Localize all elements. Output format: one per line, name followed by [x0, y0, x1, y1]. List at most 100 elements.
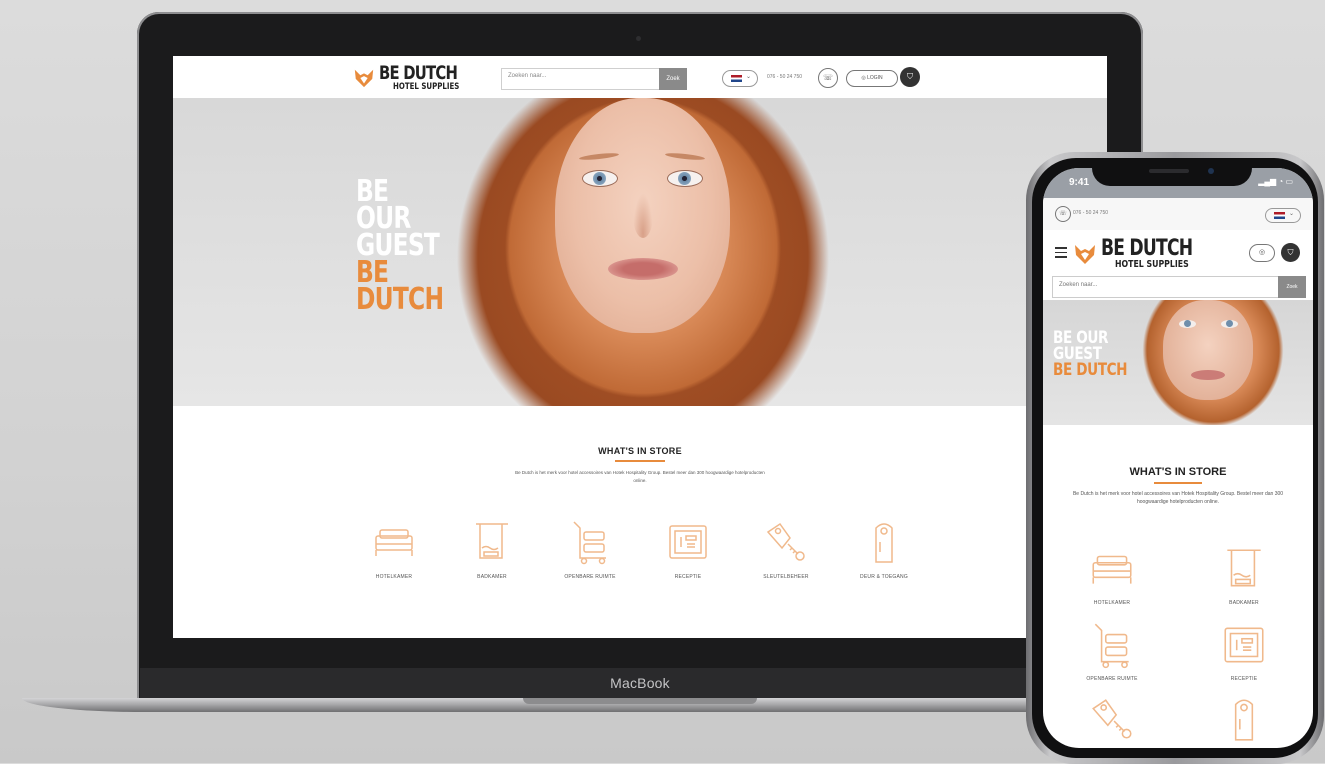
category-label: SLEUTELBEHEER [763, 574, 809, 580]
hero-slogan: BE OUR GUEST BE DUTCH [356, 177, 444, 317]
hero-slogan: BE OUR GUEST BE DUTCH [1053, 330, 1128, 380]
logo-main-text: BE DUTCH [1101, 236, 1193, 261]
towel-rack-icon [1227, 549, 1261, 587]
fox-logo-icon [354, 69, 374, 88]
user-icon: ◎ [861, 75, 866, 81]
hero-face-image [1163, 300, 1253, 400]
account-icon[interactable]: ◎ [1249, 244, 1275, 262]
login-label: LOGIN [867, 75, 883, 81]
store-title: WHAT'S IN STORE [598, 446, 682, 456]
hero-brow [664, 151, 706, 162]
laptop-chin: MacBook [140, 668, 1140, 700]
store-title-underline [1154, 482, 1202, 484]
category-sleutelbeheer[interactable]: SLEUTELBEHEER [746, 518, 826, 580]
login-button[interactable]: ◎ LOGIN [846, 70, 898, 87]
status-time: 9:41 [1069, 177, 1090, 188]
category-label: OPENBARE RUIMTE [1086, 676, 1138, 682]
door-hanger-icon [875, 523, 893, 563]
category-badkamer[interactable]: BADKAMER [452, 518, 532, 580]
category-label: RECEPTIE [674, 574, 702, 580]
safe-icon [1224, 627, 1264, 663]
safe-icon [669, 525, 707, 559]
category-label: RECEPTIE [1230, 676, 1258, 682]
towel-rack-icon [476, 523, 508, 559]
category-deur-toegang[interactable]: DEUR & TOEGANG [844, 518, 924, 580]
mobile-header: BE DUTCH HOTEL SUPPLIES ◎ ⛉ [1043, 230, 1313, 274]
bed-icon [375, 529, 413, 556]
search-button[interactable]: Zoek [1278, 276, 1306, 298]
logo-sub-text: HOTEL SUPPLIES [1115, 259, 1189, 270]
slogan-line-accent: DUTCH [356, 282, 444, 317]
laptop-base-notch [523, 698, 757, 704]
cart-icon[interactable]: ⛉ [1281, 243, 1300, 262]
luggage-cart-icon [1094, 623, 1129, 669]
category-receptie[interactable]: RECEPTIE [648, 518, 728, 580]
hero-eye [582, 170, 618, 187]
keys-icon [766, 522, 805, 561]
hero-eye [1179, 320, 1196, 328]
dutch-flag-icon [1274, 212, 1285, 219]
hero-nose [633, 193, 653, 238]
hero-eye [1221, 320, 1238, 328]
category-deur-toegang[interactable] [1189, 694, 1299, 744]
phone-icon[interactable]: ☏ [818, 68, 838, 88]
door-hanger-icon [1234, 699, 1254, 741]
phone-icon[interactable]: ☏ [1055, 206, 1071, 222]
category-label: HOTELKAMER [1093, 600, 1131, 606]
phone-screen: 9:41 ▂▄▆ ◔ ▭ ☏ 076 - 50 24 750 ⌄ BE DUTC… [1043, 168, 1313, 748]
logo-sub-text: HOTEL SUPPLIES [393, 82, 460, 92]
category-receptie[interactable]: RECEPTIE [1189, 620, 1299, 682]
dutch-flag-icon [731, 75, 742, 82]
category-label: BADKAMER [477, 574, 507, 580]
hero-banner: BE OUR GUEST BE DUTCH [1043, 300, 1313, 425]
store-title-underline [615, 460, 665, 462]
hero-mouth [1191, 370, 1225, 380]
category-sleutelbeheer[interactable] [1057, 694, 1167, 744]
category-label: BADKAMER [1229, 600, 1259, 606]
phone-front-camera [1208, 168, 1214, 174]
hero-banner: BE OUR GUEST BE DUTCH [173, 98, 1107, 406]
mobile-top-bar: ☏ 076 - 50 24 750 ⌄ [1043, 198, 1313, 230]
hamburger-menu-icon[interactable] [1055, 247, 1067, 261]
hero-eye [667, 170, 703, 187]
category-hotelkamer[interactable]: HOTELKAMER [354, 518, 434, 580]
logo-main-text: BE DUTCH [379, 62, 458, 84]
hero-brow [578, 151, 620, 162]
search-input[interactable]: Zoeken naar... [508, 73, 546, 79]
category-label: OPENBARE RUIMTE [564, 574, 616, 580]
store-description: Be Dutch is het merk voor hotel accessoi… [1072, 491, 1284, 505]
keys-icon [1092, 699, 1132, 739]
category-openbare-ruimte[interactable]: OPENBARE RUIMTE [550, 518, 630, 580]
search-box[interactable]: Zoeken naar... Zoek [501, 68, 687, 90]
laptop-brand-label: MacBook [610, 675, 670, 691]
phone-number[interactable]: 076 - 50 24 750 [1073, 210, 1108, 216]
category-openbare-ruimte[interactable]: OPENBARE RUIMTE [1057, 620, 1167, 682]
search-button[interactable]: Zoek [659, 68, 687, 90]
search-input[interactable]: Zoeken naar... [1059, 282, 1097, 288]
language-selector[interactable]: ⌄ [1265, 208, 1301, 223]
signal-wifi-battery-icon: ▂▄▆ ◔ ▭ [1258, 177, 1293, 186]
hero-face-image [555, 98, 730, 333]
category-list: HOTELKAMER BADKAMER OPENBARE RUIMTE RECE… [354, 518, 934, 588]
fox-logo-icon [1075, 245, 1095, 264]
site-logo[interactable]: BE DUTCH HOTEL SUPPLIES [353, 64, 479, 92]
luggage-cart-icon [573, 521, 606, 565]
chevron-down-icon: ⌄ [1289, 211, 1295, 217]
bed-icon [1092, 555, 1132, 584]
chevron-down-icon: ⌄ [746, 74, 752, 80]
phone-number[interactable]: 076 - 50 24 750 [767, 74, 802, 80]
hero-mouth [608, 258, 678, 280]
language-selector[interactable]: ⌄ [722, 70, 758, 87]
laptop-screen: BE DUTCH HOTEL SUPPLIES Zoeken naar... Z… [173, 56, 1107, 638]
site-logo[interactable]: BE DUTCH HOTEL SUPPLIES [1073, 238, 1218, 270]
store-title: WHAT'S IN STORE [1129, 466, 1227, 478]
site-header: BE DUTCH HOTEL SUPPLIES Zoeken naar... Z… [173, 56, 1107, 99]
laptop-camera [636, 36, 641, 41]
search-box[interactable]: Zoeken naar... Zoek [1052, 276, 1306, 298]
category-label: HOTELKAMER [375, 574, 413, 580]
category-hotelkamer[interactable]: HOTELKAMER [1057, 544, 1167, 606]
slogan-line-accent: BE DUTCH [1053, 360, 1128, 380]
store-description: Be Dutch is het merk voor hotel accessoi… [515, 470, 765, 483]
category-badkamer[interactable]: BADKAMER [1189, 544, 1299, 606]
cart-icon[interactable]: ⛉ [900, 67, 920, 87]
